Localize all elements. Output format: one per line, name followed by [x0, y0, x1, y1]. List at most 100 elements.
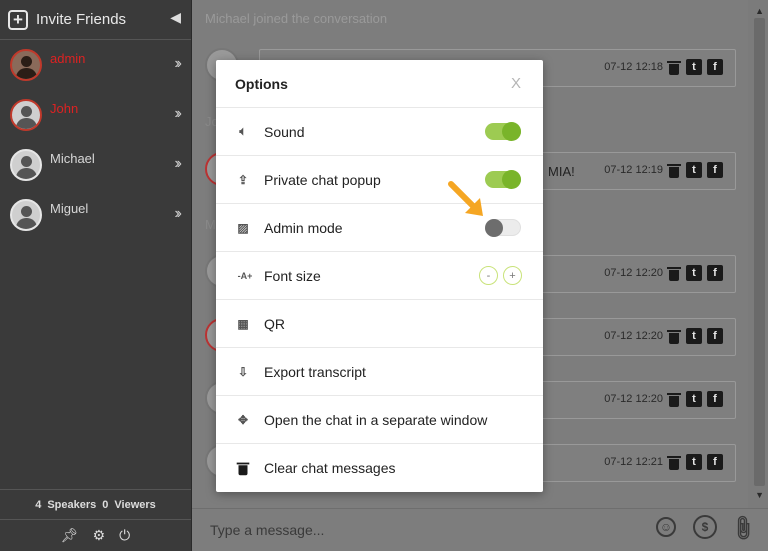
option-label: Admin mode: [264, 219, 343, 236]
message-time: 07-12 12:19: [604, 164, 663, 176]
move-icon: ✥: [237, 412, 249, 427]
message-time: 07-12 12:20: [604, 330, 663, 342]
option-private-chat-popup[interactable]: ⇪ Private chat popup: [216, 156, 543, 204]
options-modal: Options X 🔈︎ Sound ⇪ Private chat popup …: [216, 60, 543, 492]
chevron-double-right-icon[interactable]: ››: [174, 105, 181, 123]
qr-icon: ▦: [237, 316, 249, 331]
message-text: MIA!: [548, 164, 575, 179]
trash-icon[interactable]: [667, 162, 681, 178]
user-item-admin[interactable]: admin ››: [0, 40, 191, 90]
viewers-label: Viewers: [114, 498, 156, 511]
font-size-icon: -A+: [237, 270, 253, 281]
user-name: John: [50, 100, 79, 116]
scroll-up-arrow-icon[interactable]: ▲: [755, 6, 764, 16]
option-label: Sound: [264, 123, 305, 140]
sound-toggle[interactable]: [485, 122, 521, 141]
gear-icon[interactable]: ⚙: [93, 527, 106, 544]
message-time: 07-12 12:18: [604, 61, 663, 73]
emoji-icon[interactable]: ☺: [656, 517, 676, 537]
scrollbar-thumb[interactable]: [754, 18, 765, 486]
paperclip-icon[interactable]: 📎︎: [727, 512, 758, 543]
message-time: 07-12 12:21: [604, 456, 663, 468]
user-name: admin: [50, 50, 86, 66]
user-name: Michael: [50, 150, 95, 166]
trash-icon[interactable]: [667, 454, 681, 470]
option-label: Font size: [264, 267, 321, 284]
facebook-icon[interactable]: f: [707, 454, 723, 470]
option-export-transcript[interactable]: ⇩ Export transcript: [216, 348, 543, 396]
option-open-separate-window[interactable]: ✥ Open the chat in a separate window: [216, 396, 543, 444]
admin-mode-icon: ▨: [237, 220, 249, 235]
option-qr[interactable]: ▦ QR: [216, 300, 543, 348]
message-author-initial: M: [205, 217, 216, 232]
trash-icon: [236, 461, 250, 476]
scrollbar[interactable]: ▲ ▼: [748, 0, 768, 508]
facebook-icon[interactable]: f: [707, 265, 723, 281]
facebook-icon[interactable]: f: [707, 162, 723, 178]
font-size-increase-button[interactable]: +: [503, 266, 522, 285]
facebook-icon[interactable]: f: [707, 59, 723, 75]
sidebar: + Invite Friends ◀ admin ›› John ›› Mich…: [0, 0, 192, 551]
option-label: Private chat popup: [264, 171, 381, 188]
facebook-icon[interactable]: f: [707, 391, 723, 407]
speakers-count: 4: [35, 498, 42, 511]
user-item-michael[interactable]: Michael ››: [0, 140, 191, 190]
twitter-icon[interactable]: t: [686, 391, 702, 407]
option-sound[interactable]: 🔈︎ Sound: [216, 108, 543, 156]
export-icon: ⇩: [237, 364, 249, 379]
message-time: 07-12 12:20: [604, 267, 663, 279]
chevron-double-right-icon[interactable]: ››: [174, 155, 181, 173]
trash-icon[interactable]: [667, 59, 681, 75]
highlight-arrow-icon: [448, 181, 483, 216]
trash-icon[interactable]: [667, 265, 681, 281]
message-time: 07-12 12:20: [604, 393, 663, 405]
font-size-decrease-button[interactable]: -: [479, 266, 498, 285]
room-stats: 4 Speakers 0 Viewers: [0, 489, 191, 519]
option-label: Open the chat in a separate window: [264, 411, 488, 428]
twitter-icon[interactable]: t: [686, 265, 702, 281]
twitter-icon[interactable]: t: [686, 162, 702, 178]
message-composer: ☺ $ 📎︎: [192, 508, 768, 551]
speakers-label: Speakers: [47, 498, 97, 511]
option-label: Export transcript: [264, 363, 366, 380]
plus-icon: +: [8, 9, 28, 30]
facebook-icon[interactable]: f: [707, 328, 723, 344]
pin-icon[interactable]: 📌︎: [61, 527, 79, 544]
twitter-icon[interactable]: t: [686, 59, 702, 75]
chevron-double-right-icon[interactable]: ››: [174, 205, 181, 223]
modal-title: Options: [235, 75, 288, 92]
dollar-icon[interactable]: $: [693, 515, 717, 539]
twitter-icon[interactable]: t: [686, 328, 702, 344]
close-icon[interactable]: X: [511, 75, 521, 92]
option-clear-chat[interactable]: Clear chat messages: [216, 444, 543, 492]
private-chat-popup-toggle[interactable]: [485, 170, 521, 189]
trash-icon[interactable]: [667, 391, 681, 407]
system-message: Michael joined the conversation: [205, 11, 388, 26]
power-icon[interactable]: ⏻: [119, 527, 130, 544]
popup-icon: ⇪: [237, 172, 249, 187]
user-item-john[interactable]: John ››: [0, 90, 191, 140]
option-font-size: -A+ Font size - +: [216, 252, 543, 300]
avatar: [10, 49, 42, 81]
option-admin-mode[interactable]: ▨ Admin mode: [216, 204, 543, 252]
collapse-sidebar-icon[interactable]: ◀: [170, 9, 181, 26]
speaker-icon: 🔈︎: [239, 124, 247, 138]
user-item-miguel[interactable]: Miguel ››: [0, 190, 191, 240]
user-name: Miguel: [50, 200, 89, 216]
admin-mode-toggle[interactable]: [485, 219, 521, 237]
sidebar-footer: 📌︎ ⚙ ⏻: [0, 519, 191, 551]
invite-friends-label: Invite Friends: [36, 11, 127, 28]
message-input[interactable]: [210, 518, 610, 542]
invite-friends-button[interactable]: + Invite Friends ◀: [0, 0, 191, 40]
avatar: [10, 149, 42, 181]
twitter-icon[interactable]: t: [686, 454, 702, 470]
scroll-down-arrow-icon[interactable]: ▼: [755, 490, 764, 500]
avatar: [10, 99, 42, 131]
avatar: [10, 199, 42, 231]
viewers-count: 0: [102, 498, 109, 511]
modal-header: Options X: [216, 60, 543, 108]
trash-icon[interactable]: [667, 328, 681, 344]
option-label: Clear chat messages: [264, 460, 396, 476]
chevron-double-right-icon[interactable]: ››: [174, 55, 181, 73]
option-label: QR: [264, 315, 285, 332]
